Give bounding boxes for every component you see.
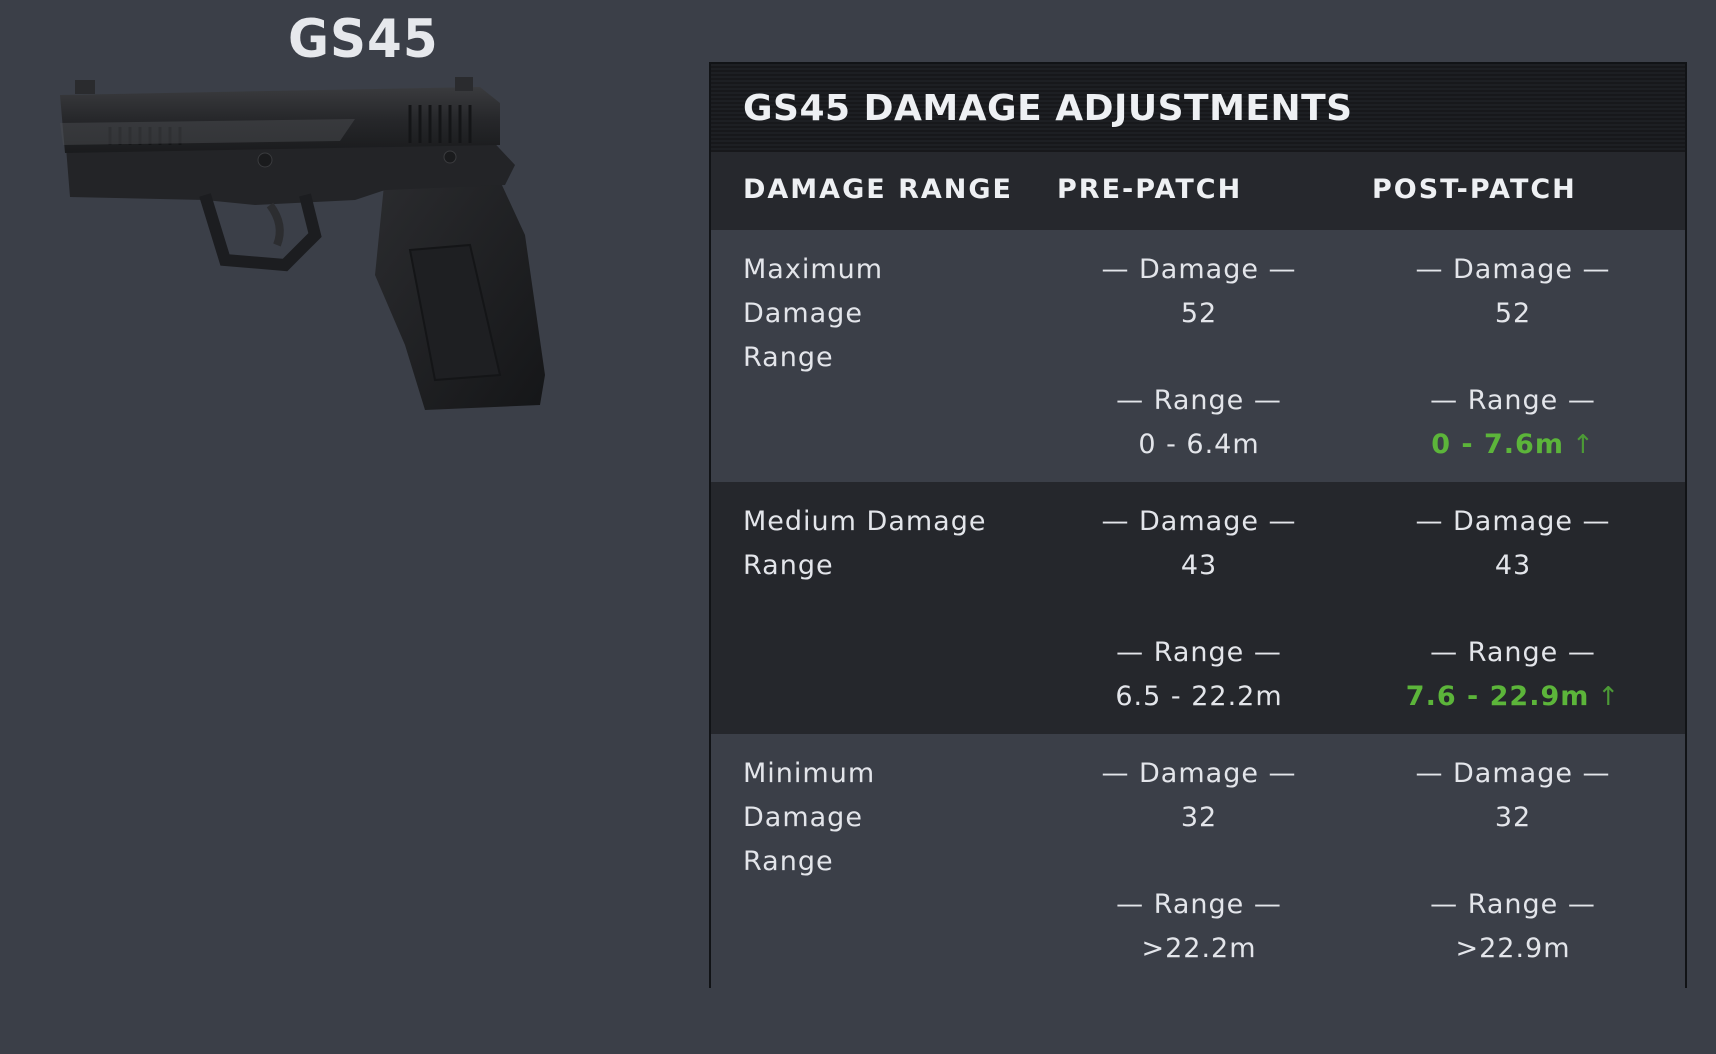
table-row-medium-damage: Medium Damage Range — Damage — 43 — Rang… <box>711 482 1685 734</box>
post-patch-damage-value: 32 <box>1494 802 1532 833</box>
pre-patch-damage-cell: — Damage — 43 <box>1049 500 1349 588</box>
post-patch-range-cell: — Range — >22.9m <box>1363 883 1663 971</box>
row-label: Minimum Damage Range <box>743 758 876 877</box>
arrow-up-icon: ↑ <box>1597 682 1621 712</box>
post-patch-damage-cell: — Damage — 32 <box>1363 752 1663 840</box>
row-label: Maximum Damage Range <box>743 254 884 373</box>
table-header: GS45 DAMAGE ADJUSTMENTS <box>711 64 1685 152</box>
pre-patch-damage-cell: — Damage — 52 <box>1049 248 1349 336</box>
pre-patch-damage-cell: — Damage — 32 <box>1049 752 1349 840</box>
post-patch-range-cell: — Range — 7.6 - 22.9m ↑ <box>1363 631 1663 719</box>
pre-patch-range-value: 6.5 - 22.2m <box>1115 681 1283 712</box>
pre-patch-damage-value: 32 <box>1180 802 1218 833</box>
damage-table: GS45 DAMAGE ADJUSTMENTS DAMAGE RANGE PRE… <box>709 62 1687 988</box>
pre-patch-range-cell: — Range — 6.5 - 22.2m <box>1049 631 1349 719</box>
post-patch-damage-value: 52 <box>1494 298 1532 329</box>
pre-patch-range-value: >22.2m <box>1141 933 1257 964</box>
row-label: Medium Damage Range <box>743 506 987 581</box>
post-patch-damage-cell: — Damage — 52 <box>1363 248 1663 336</box>
column-header-pre-patch: PRE-PATCH <box>1057 174 1243 205</box>
table-row-maximum-damage: Maximum Damage Range — Damage — 52 — Ran… <box>711 230 1685 482</box>
pre-patch-damage-value: 52 <box>1180 298 1218 329</box>
pre-patch-range-value: 0 - 6.4m <box>1138 429 1260 460</box>
column-headers: DAMAGE RANGE PRE-PATCH POST-PATCH <box>711 152 1685 230</box>
column-header-damage-range: DAMAGE RANGE <box>743 174 1013 205</box>
pre-patch-range-cell: — Range — 0 - 6.4m <box>1049 379 1349 467</box>
table-title: GS45 DAMAGE ADJUSTMENTS <box>743 87 1353 129</box>
post-patch-range-value: >22.9m <box>1455 933 1571 964</box>
post-patch-range-value: 7.6 - 22.9m <box>1405 681 1590 712</box>
post-patch-damage-value: 43 <box>1494 550 1532 581</box>
column-header-post-patch: POST-PATCH <box>1372 174 1577 205</box>
pre-patch-range-cell: — Range — >22.2m <box>1049 883 1349 971</box>
pistol-icon <box>60 77 545 410</box>
pre-patch-damage-value: 43 <box>1180 550 1218 581</box>
post-patch-range-value: 0 - 7.6m <box>1431 429 1564 460</box>
post-patch-range-cell: — Range — 0 - 7.6m ↑ <box>1363 379 1663 467</box>
table-row-minimum-damage: Minimum Damage Range — Damage — 32 — Ran… <box>711 734 1685 988</box>
post-patch-damage-cell: — Damage — 43 <box>1363 500 1663 588</box>
arrow-up-icon: ↑ <box>1571 430 1595 460</box>
weapon-title: GS45 <box>288 8 439 70</box>
